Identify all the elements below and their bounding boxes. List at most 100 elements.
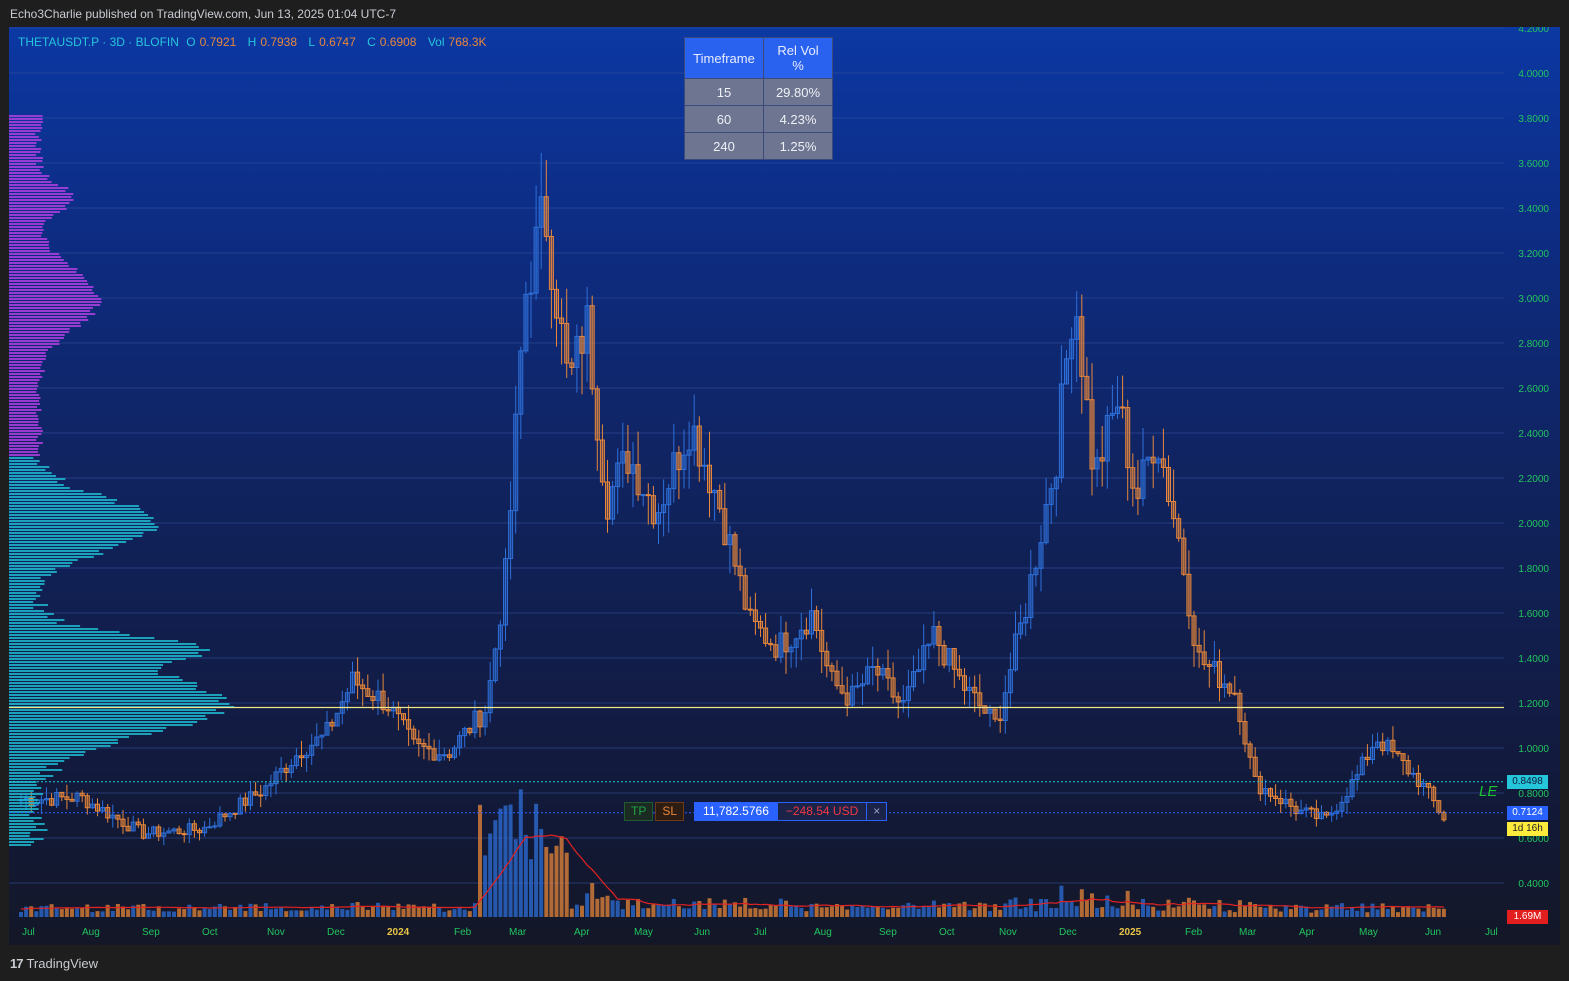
candle [1283,798,1289,805]
volume-bar [274,908,278,917]
volume-bar [177,908,182,917]
candle [956,668,962,677]
volume-profile-bar [9,742,119,744]
volume-bar [146,909,151,917]
candle [176,828,182,835]
candle [987,708,993,714]
volume-profile-bar [9,658,186,660]
volume-profile-bar [9,136,39,138]
volume-bar [962,901,967,917]
candle [441,754,447,757]
candle [1013,633,1018,671]
table-row: 15 29.80% [684,78,833,106]
candle [1069,338,1075,360]
candle [79,792,85,797]
volume-profile-bar [9,379,40,381]
volume-bar [1202,904,1207,917]
candle [997,718,1003,721]
tradingview-logo[interactable]: 17 TradingView [10,956,98,971]
chart-area[interactable]: 0.4000 0.6000 0.8000 1.0000 1.2000 1.4000 1.60… [9,27,1560,945]
relvol-cell: 15 [684,78,764,106]
volume-bar [937,907,941,917]
x-tick-label: Apr [1299,927,1315,938]
volume-profile-bar [9,796,36,798]
symbol-name[interactable]: THETAUSDT.P · 3D · BLOFIN [18,35,179,49]
volume-profile-bar [9,550,99,552]
candle [395,706,401,715]
candle [513,413,519,512]
candle [329,721,335,727]
candle [472,710,478,734]
volume-bar [931,900,936,917]
volume-bar [794,905,799,917]
volume-profile-bar [9,751,86,753]
candle [49,798,55,806]
relvol-cell: 4.23% [763,105,833,133]
high-label: H [247,35,257,49]
volume-profile-bar [9,121,43,123]
candle [1094,457,1100,470]
stop-loss-button[interactable]: SL [655,802,685,821]
candle [1410,772,1416,775]
candle [1109,412,1115,416]
volume-profile-bar [9,619,65,621]
x-tick-label: Mar [509,927,527,938]
candle [1130,467,1136,489]
volume-profile-bar [9,496,107,498]
volume-bar [580,905,584,917]
close-position-icon[interactable]: × [867,802,888,821]
candle [849,685,855,706]
volume-profile-bar [9,505,139,507]
volume-bar [804,911,809,917]
candle [1431,786,1437,802]
volume-bar [840,906,845,917]
volume-bar [778,898,783,917]
candle [258,794,264,797]
volume-profile-bar [9,634,130,636]
volume-bar [325,909,329,917]
candle [74,792,80,802]
volume-bar [544,846,549,917]
candle [1319,811,1324,820]
volume-profile-bar [9,430,43,432]
volume-profile-bar [9,292,94,294]
volume-bar [294,910,299,917]
candle [370,695,376,701]
y-tick-label: 2.6000 [1518,384,1549,395]
position-widget[interactable]: TP SL 11,782.5766 −248.54 USD × [624,802,888,821]
volume-bar [722,899,727,917]
volume-profile-bar [9,667,162,669]
volume-bar [457,907,462,917]
volume-profile-bar [9,373,41,375]
candle [406,719,412,730]
volume-profile-bar [9,679,183,681]
take-profit-button[interactable]: TP [624,802,654,821]
volume-profile-bar [9,265,69,267]
candle [426,745,432,750]
volume-bar [952,907,957,917]
volume-bar [610,900,615,917]
candle [778,632,784,658]
volume-bar [284,911,289,917]
volume-profile-bar [9,511,145,513]
volume-bar [641,908,646,917]
volume-profile-bar [9,484,64,486]
volume-bar [1406,907,1411,917]
position-quantity[interactable]: 11,782.5766 [694,802,778,821]
volume-bar [207,908,212,917]
volume-bar [1135,909,1140,917]
volume-bar [503,805,508,917]
volume-profile-bar [9,211,60,213]
volume-profile-bar [9,385,39,387]
volume-bar [1390,906,1395,917]
x-tick-label: Aug [814,927,832,938]
candle [763,627,769,644]
volume-bar [151,910,156,917]
candle [1079,316,1085,377]
candle [1278,797,1284,805]
symbol-legend[interactable]: THETAUSDT.P · 3D · BLOFIN O 0.7921 H 0.793… [18,35,495,49]
volume-profile-bar [9,736,129,738]
candle [237,797,243,815]
candle [875,665,881,676]
candle [620,451,626,464]
